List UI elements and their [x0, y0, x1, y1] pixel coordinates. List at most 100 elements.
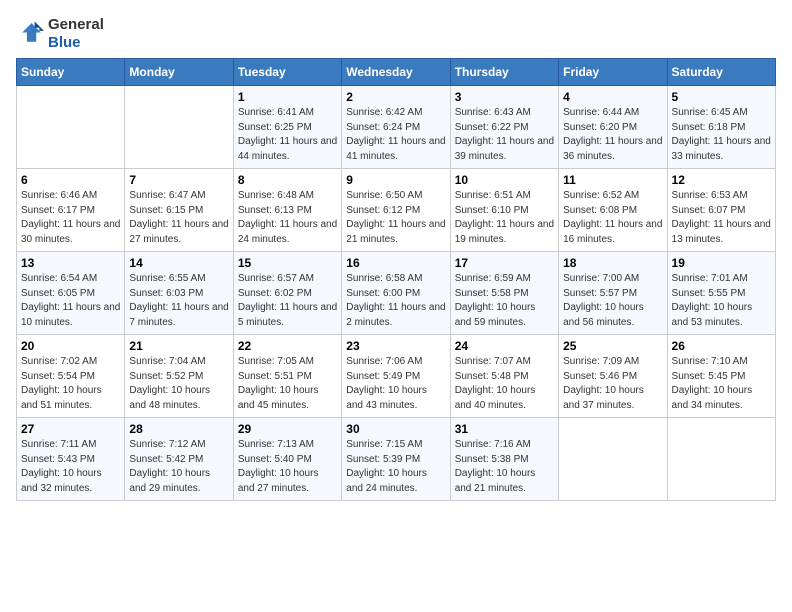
calendar-cell: 17 Sunrise: 6:59 AM Sunset: 5:58 PM Dayli…	[450, 252, 558, 335]
day-detail: Sunrise: 6:43 AM Sunset: 6:22 PM Dayligh…	[455, 106, 554, 164]
calendar-cell: 5 Sunrise: 6:45 AM Sunset: 6:18 PM Daylig…	[667, 86, 775, 169]
day-detail: Sunrise: 7:13 AM Sunset: 5:40 PM Dayligh…	[238, 438, 337, 496]
day-detail: Sunrise: 6:48 AM Sunset: 6:13 PM Dayligh…	[238, 189, 337, 247]
day-detail: Sunrise: 6:44 AM Sunset: 6:20 PM Dayligh…	[563, 106, 662, 164]
day-number: 28	[129, 422, 228, 436]
day-detail: Sunrise: 6:47 AM Sunset: 6:15 PM Dayligh…	[129, 189, 228, 247]
calendar-cell: 23 Sunrise: 7:06 AM Sunset: 5:49 PM Dayli…	[342, 335, 450, 418]
day-number: 7	[129, 173, 228, 187]
day-number: 21	[129, 339, 228, 353]
day-header-thursday: Thursday	[450, 59, 558, 86]
calendar-cell: 4 Sunrise: 6:44 AM Sunset: 6:20 PM Daylig…	[559, 86, 667, 169]
day-number: 9	[346, 173, 445, 187]
calendar-cell: 9 Sunrise: 6:50 AM Sunset: 6:12 PM Daylig…	[342, 169, 450, 252]
day-detail: Sunrise: 7:10 AM Sunset: 5:45 PM Dayligh…	[672, 355, 771, 413]
day-header-tuesday: Tuesday	[233, 59, 341, 86]
day-number: 26	[672, 339, 771, 353]
calendar-cell: 14 Sunrise: 6:55 AM Sunset: 6:03 PM Dayli…	[125, 252, 233, 335]
day-detail: Sunrise: 6:54 AM Sunset: 6:05 PM Dayligh…	[21, 272, 120, 330]
logo: General Blue	[16, 16, 104, 52]
day-detail: Sunrise: 6:59 AM Sunset: 5:58 PM Dayligh…	[455, 272, 554, 330]
day-header-sunday: Sunday	[17, 59, 125, 86]
day-header-friday: Friday	[559, 59, 667, 86]
day-detail: Sunrise: 6:46 AM Sunset: 6:17 PM Dayligh…	[21, 189, 120, 247]
day-detail: Sunrise: 6:57 AM Sunset: 6:02 PM Dayligh…	[238, 272, 337, 330]
logo-icon	[16, 20, 44, 48]
day-detail: Sunrise: 7:15 AM Sunset: 5:39 PM Dayligh…	[346, 438, 445, 496]
calendar-cell: 29 Sunrise: 7:13 AM Sunset: 5:40 PM Dayli…	[233, 418, 341, 501]
calendar-cell: 10 Sunrise: 6:51 AM Sunset: 6:10 PM Dayli…	[450, 169, 558, 252]
day-number: 30	[346, 422, 445, 436]
day-detail: Sunrise: 6:55 AM Sunset: 6:03 PM Dayligh…	[129, 272, 228, 330]
day-number: 27	[21, 422, 120, 436]
calendar-cell: 16 Sunrise: 6:58 AM Sunset: 6:00 PM Dayli…	[342, 252, 450, 335]
day-detail: Sunrise: 7:05 AM Sunset: 5:51 PM Dayligh…	[238, 355, 337, 413]
day-detail: Sunrise: 6:41 AM Sunset: 6:25 PM Dayligh…	[238, 106, 337, 164]
day-number: 3	[455, 90, 554, 104]
calendar-cell: 28 Sunrise: 7:12 AM Sunset: 5:42 PM Dayli…	[125, 418, 233, 501]
calendar-cell: 20 Sunrise: 7:02 AM Sunset: 5:54 PM Dayli…	[17, 335, 125, 418]
day-detail: Sunrise: 6:42 AM Sunset: 6:24 PM Dayligh…	[346, 106, 445, 164]
calendar-cell: 11Sunrise: 6:52 AM Sunset: 6:08 PM Dayli…	[559, 169, 667, 252]
day-detail: Sunrise: 6:45 AM Sunset: 6:18 PM Dayligh…	[672, 106, 771, 164]
day-number: 24	[455, 339, 554, 353]
day-number: 5	[672, 90, 771, 104]
day-number: 13	[21, 256, 120, 270]
day-detail: Sunrise: 7:16 AM Sunset: 5:38 PM Dayligh…	[455, 438, 554, 496]
day-number: 2	[346, 90, 445, 104]
day-number: 12	[672, 173, 771, 187]
day-number: 10	[455, 173, 554, 187]
day-number: 1	[238, 90, 337, 104]
day-detail: Sunrise: 7:01 AM Sunset: 5:55 PM Dayligh…	[672, 272, 771, 330]
calendar-cell: 6 Sunrise: 6:46 AM Sunset: 6:17 PM Daylig…	[17, 169, 125, 252]
day-detail: Sunrise: 7:04 AM Sunset: 5:52 PM Dayligh…	[129, 355, 228, 413]
day-detail: Sunrise: 6:50 AM Sunset: 6:12 PM Dayligh…	[346, 189, 445, 247]
day-detail: Sunrise: 7:06 AM Sunset: 5:49 PM Dayligh…	[346, 355, 445, 413]
day-header-saturday: Saturday	[667, 59, 775, 86]
day-number: 29	[238, 422, 337, 436]
calendar-cell: 18Sunrise: 7:00 AM Sunset: 5:57 PM Dayli…	[559, 252, 667, 335]
calendar-cell	[559, 418, 667, 501]
day-detail: Sunrise: 7:02 AM Sunset: 5:54 PM Dayligh…	[21, 355, 120, 413]
calendar-cell: 3 Sunrise: 6:43 AM Sunset: 6:22 PM Daylig…	[450, 86, 558, 169]
day-detail: Sunrise: 6:58 AM Sunset: 6:00 PM Dayligh…	[346, 272, 445, 330]
page-header: General Blue	[16, 16, 776, 52]
day-detail: Sunrise: 6:52 AM Sunset: 6:08 PM Dayligh…	[563, 189, 662, 247]
day-number: 18	[563, 256, 662, 270]
day-number: 22	[238, 339, 337, 353]
calendar-cell: 31 Sunrise: 7:16 AM Sunset: 5:38 PM Dayli…	[450, 418, 558, 501]
day-number: 17	[455, 256, 554, 270]
calendar-cell: 19Sunrise: 7:01 AM Sunset: 5:55 PM Dayli…	[667, 252, 775, 335]
calendar-cell: 13 Sunrise: 6:54 AM Sunset: 6:05 PM Dayli…	[17, 252, 125, 335]
calendar-cell: 2 Sunrise: 6:42 AM Sunset: 6:24 PM Daylig…	[342, 86, 450, 169]
day-number: 23	[346, 339, 445, 353]
calendar-cell: 15Sunrise: 6:57 AM Sunset: 6:02 PM Dayli…	[233, 252, 341, 335]
calendar-cell	[17, 86, 125, 169]
day-detail: Sunrise: 6:53 AM Sunset: 6:07 PM Dayligh…	[672, 189, 771, 247]
calendar-cell: 1 Sunrise: 6:41 AM Sunset: 6:25 PM Daylig…	[233, 86, 341, 169]
calendar-cell: 24 Sunrise: 7:07 AM Sunset: 5:48 PM Dayli…	[450, 335, 558, 418]
day-detail: Sunrise: 6:51 AM Sunset: 6:10 PM Dayligh…	[455, 189, 554, 247]
day-header-wednesday: Wednesday	[342, 59, 450, 86]
calendar-cell	[667, 418, 775, 501]
day-number: 14	[129, 256, 228, 270]
day-detail: Sunrise: 7:09 AM Sunset: 5:46 PM Dayligh…	[563, 355, 662, 413]
day-detail: Sunrise: 7:07 AM Sunset: 5:48 PM Dayligh…	[455, 355, 554, 413]
day-detail: Sunrise: 7:12 AM Sunset: 5:42 PM Dayligh…	[129, 438, 228, 496]
calendar-table: SundayMondayTuesdayWednesdayThursdayFrid…	[16, 58, 776, 501]
day-detail: Sunrise: 7:11 AM Sunset: 5:43 PM Dayligh…	[21, 438, 120, 496]
day-number: 20	[21, 339, 120, 353]
day-number: 25	[563, 339, 662, 353]
calendar-cell: 21 Sunrise: 7:04 AM Sunset: 5:52 PM Dayli…	[125, 335, 233, 418]
logo-text: General Blue	[48, 16, 104, 52]
calendar-cell: 7 Sunrise: 6:47 AM Sunset: 6:15 PM Daylig…	[125, 169, 233, 252]
calendar-cell: 12 Sunrise: 6:53 AM Sunset: 6:07 PM Dayli…	[667, 169, 775, 252]
day-number: 16	[346, 256, 445, 270]
calendar-cell	[125, 86, 233, 169]
day-number: 6	[21, 173, 120, 187]
day-number: 4	[563, 90, 662, 104]
calendar-cell: 25 Sunrise: 7:09 AM Sunset: 5:46 PM Dayli…	[559, 335, 667, 418]
day-number: 31	[455, 422, 554, 436]
calendar-cell: 26 Sunrise: 7:10 AM Sunset: 5:45 PM Dayli…	[667, 335, 775, 418]
day-header-monday: Monday	[125, 59, 233, 86]
